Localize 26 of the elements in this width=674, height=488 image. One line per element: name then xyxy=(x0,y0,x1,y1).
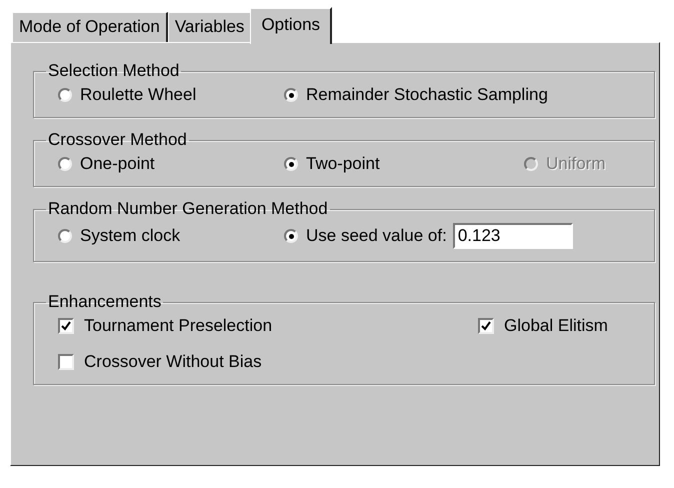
radio-button[interactable] xyxy=(284,157,298,171)
checkbox[interactable] xyxy=(478,318,494,334)
group-title: Enhancements xyxy=(47,292,162,312)
radio-label[interactable]: System clock xyxy=(80,226,180,246)
radio-button[interactable] xyxy=(58,88,72,102)
group-title: Crossover Method xyxy=(47,130,188,150)
radio-label[interactable]: One-point xyxy=(80,154,155,174)
checkbox[interactable] xyxy=(58,318,74,334)
tab[interactable]: Options xyxy=(250,7,332,44)
radio-button[interactable] xyxy=(58,157,72,171)
checkbox-label[interactable]: Tournament Preselection xyxy=(84,316,272,336)
radio-button[interactable] xyxy=(284,88,298,102)
radio-button[interactable] xyxy=(284,229,298,243)
radio-button[interactable] xyxy=(58,229,72,243)
group-title: Random Number Generation Method xyxy=(47,199,329,219)
tab[interactable]: Variables xyxy=(168,12,252,42)
checkbox-label[interactable]: Crossover Without Bias xyxy=(84,352,262,372)
radio-label[interactable]: Use seed value of: xyxy=(306,226,447,246)
radio-label[interactable]: Two-point xyxy=(306,154,380,174)
tab[interactable]: Mode of Operation xyxy=(12,12,168,42)
checkbox-label[interactable]: Global Elitism xyxy=(504,316,608,336)
radio-label[interactable]: Roulette Wheel xyxy=(80,85,196,105)
radio-label[interactable]: Remainder Stochastic Sampling xyxy=(306,85,548,105)
seed-field[interactable]: 0.123 xyxy=(452,223,573,249)
checkbox[interactable] xyxy=(58,354,74,370)
group-title: Selection Method xyxy=(47,61,180,81)
